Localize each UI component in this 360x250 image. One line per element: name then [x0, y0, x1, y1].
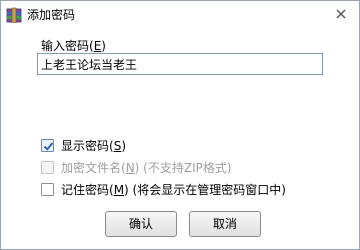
- close-icon[interactable]: [333, 6, 349, 22]
- cancel-button[interactable]: 取消: [189, 211, 261, 237]
- show-password-checkbox[interactable]: [41, 139, 54, 152]
- encrypt-filenames-checkbox: [41, 161, 54, 174]
- remember-password-label: 记住密码(M) (将会显示在管理密码窗口中): [61, 183, 286, 197]
- show-password-label: 显示密码(S): [61, 139, 126, 153]
- password-input[interactable]: [37, 53, 323, 75]
- dialog-title: 添加密码: [27, 8, 76, 22]
- add-password-dialog: 添加密码 输入密码(E) 显示密码(S) 加密文件名(N) (不支持ZIP格式)…: [0, 0, 360, 250]
- ok-button[interactable]: 确认: [105, 211, 177, 237]
- encrypt-filenames-label: 加密文件名(N) (不支持ZIP格式): [61, 161, 232, 175]
- password-label: 输入密码(E): [41, 39, 106, 53]
- remember-password-checkbox[interactable]: [41, 183, 54, 196]
- checkmark-icon: [43, 142, 54, 151]
- winrar-icon: [6, 7, 22, 24]
- title-bar: 添加密码: [1, 1, 359, 29]
